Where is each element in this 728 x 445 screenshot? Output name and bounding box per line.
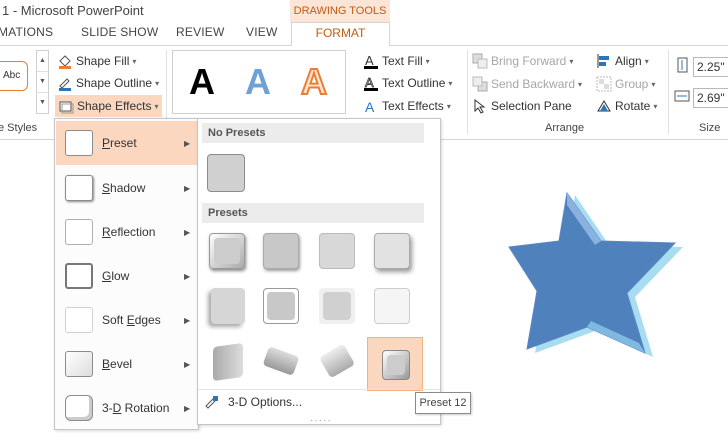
preset-1[interactable] — [207, 231, 247, 271]
ribbon-tabs: MATIONS SLIDE SHOW REVIEW VIEW FORMAT — [0, 22, 728, 47]
submenu-arrow-icon: ▶ — [184, 403, 191, 413]
text-outline-icon: A — [363, 75, 379, 91]
shape-outline-button[interactable]: Shape Outline ▾ — [57, 73, 159, 93]
submenu-arrow-icon: ▶ — [184, 315, 191, 325]
divider — [467, 50, 468, 134]
submenu-arrow-icon: ▶ — [184, 359, 191, 369]
preset-9[interactable] — [207, 341, 247, 382]
preset-12[interactable] — [367, 337, 423, 391]
star-shape[interactable] — [505, 185, 705, 365]
scroll-down-icon[interactable]: ▼ — [37, 72, 48, 93]
text-outline-button[interactable]: A Text Outline ▾ — [363, 73, 452, 93]
shape-width-input[interactable]: 2.69" — [693, 88, 728, 108]
svg-text:A: A — [365, 99, 375, 114]
rotate-button[interactable]: Rotate ▾ — [596, 96, 657, 116]
presets-header: Presets — [202, 203, 424, 223]
wordart-style-orange[interactable]: A — [300, 60, 328, 103]
menu-item-glow[interactable]: Glow ▶ — [56, 254, 197, 298]
tab-format[interactable]: FORMAT — [291, 22, 390, 47]
reflection-icon — [65, 219, 93, 245]
pen-icon — [57, 75, 73, 91]
menu-item-preset[interactable]: Preset ▶ — [56, 121, 197, 165]
group-icon — [596, 76, 612, 92]
3d-rotation-icon — [65, 395, 93, 421]
text-fill-icon: A — [363, 53, 379, 69]
menu-item-reflection[interactable]: Reflection ▶ — [56, 210, 197, 254]
bring-forward-icon — [472, 53, 488, 69]
shape-effects-icon — [58, 98, 74, 114]
shape-fill-button[interactable]: Shape Fill ▾ — [57, 51, 136, 71]
preset-tooltip: Preset 12 — [415, 392, 471, 414]
text-effects-icon: A — [363, 98, 379, 115]
no-presets-header: No Presets — [202, 123, 424, 143]
3d-options-icon — [204, 394, 220, 410]
wordart-gallery[interactable]: A A A — [172, 50, 346, 114]
preset-2[interactable] — [261, 231, 301, 271]
menu-item-shadow[interactable]: Shadow ▶ — [56, 166, 197, 210]
shape-style-thumbnail[interactable]: Abc — [0, 61, 28, 91]
menu-item-bevel[interactable]: Bevel ▶ — [56, 342, 197, 386]
align-button[interactable]: Align ▾ — [596, 51, 649, 71]
rotate-icon — [596, 98, 612, 114]
preset-7[interactable] — [317, 286, 357, 326]
wordart-style-black[interactable]: A — [189, 61, 215, 103]
size-group-label: Size — [699, 122, 721, 134]
tab-review[interactable]: REVIEW — [176, 25, 225, 39]
shape-width-icon — [674, 88, 690, 104]
svg-text:A: A — [365, 53, 374, 68]
tab-view[interactable]: VIEW — [246, 25, 277, 39]
preset-none[interactable] — [206, 153, 246, 193]
soft-edges-icon — [65, 307, 93, 333]
shape-styles-group-label: e Styles — [0, 122, 38, 134]
title-bar: 1 - Microsoft PowerPoint DRAWING TOOLS — [0, 0, 728, 22]
3d-options-item[interactable]: 3-D Options... — [198, 389, 440, 413]
preset-4[interactable] — [372, 231, 412, 271]
gallery-more-icon[interactable]: ▼ — [37, 93, 48, 114]
preset-5[interactable] — [207, 286, 247, 326]
shape-height-icon — [674, 57, 690, 73]
scroll-up-icon[interactable]: ▲ — [37, 51, 48, 72]
submenu-arrow-icon: ▶ — [184, 138, 191, 148]
selection-pane-button[interactable]: Selection Pane — [472, 96, 572, 116]
shape-styles-gallery-scroll[interactable]: ▲ ▼ ▼ — [36, 50, 49, 114]
glow-icon — [65, 263, 93, 289]
preset-submenu: No Presets Presets 3-D Options... ····· — [197, 118, 441, 426]
submenu-arrow-icon: ▶ — [184, 227, 191, 237]
divider — [668, 50, 669, 134]
paint-bucket-icon — [57, 53, 73, 69]
bevel-icon — [65, 351, 93, 377]
send-backward-button[interactable]: Send Backward ▾ — [472, 74, 582, 94]
align-icon — [596, 53, 612, 69]
drawing-tools-label: DRAWING TOOLS — [290, 0, 390, 22]
group-button[interactable]: Group ▾ — [596, 74, 655, 94]
text-effects-button[interactable]: A Text Effects ▾ — [363, 96, 451, 116]
preset-icon — [65, 130, 93, 156]
preset-10[interactable] — [261, 341, 301, 381]
submenu-arrow-icon: ▶ — [184, 183, 191, 193]
shape-effects-menu: Preset ▶ Shadow ▶ Reflection ▶ Glow ▶ So… — [54, 118, 199, 430]
tab-slide-show[interactable]: SLIDE SHOW — [81, 25, 158, 39]
resize-grip-icon[interactable]: ····· — [310, 415, 332, 426]
preset-8[interactable] — [372, 286, 412, 326]
shape-height-input[interactable]: 2.25" — [693, 57, 728, 77]
tab-animations[interactable]: MATIONS — [0, 25, 53, 39]
submenu-arrow-icon: ▶ — [184, 271, 191, 281]
menu-item-3d-rotation[interactable]: 3-D Rotation ▶ — [56, 386, 197, 430]
shadow-icon — [65, 175, 93, 201]
window-title: 1 - Microsoft PowerPoint — [2, 3, 144, 18]
text-fill-button[interactable]: A Text Fill ▾ — [363, 51, 430, 71]
bring-forward-button[interactable]: Bring Forward ▾ — [472, 51, 573, 71]
svg-text:A: A — [365, 75, 374, 90]
selection-pane-icon — [472, 98, 488, 114]
preset-3[interactable] — [317, 231, 357, 271]
menu-item-soft-edges[interactable]: Soft Edges ▶ — [56, 298, 197, 342]
send-backward-icon — [472, 76, 488, 92]
preset-11[interactable] — [317, 341, 357, 381]
wordart-style-blue[interactable]: A — [245, 61, 271, 103]
shape-effects-button[interactable]: Shape Effects ▾ — [55, 95, 162, 117]
preset-6[interactable] — [261, 286, 301, 326]
arrange-group-label: Arrange — [545, 122, 585, 134]
